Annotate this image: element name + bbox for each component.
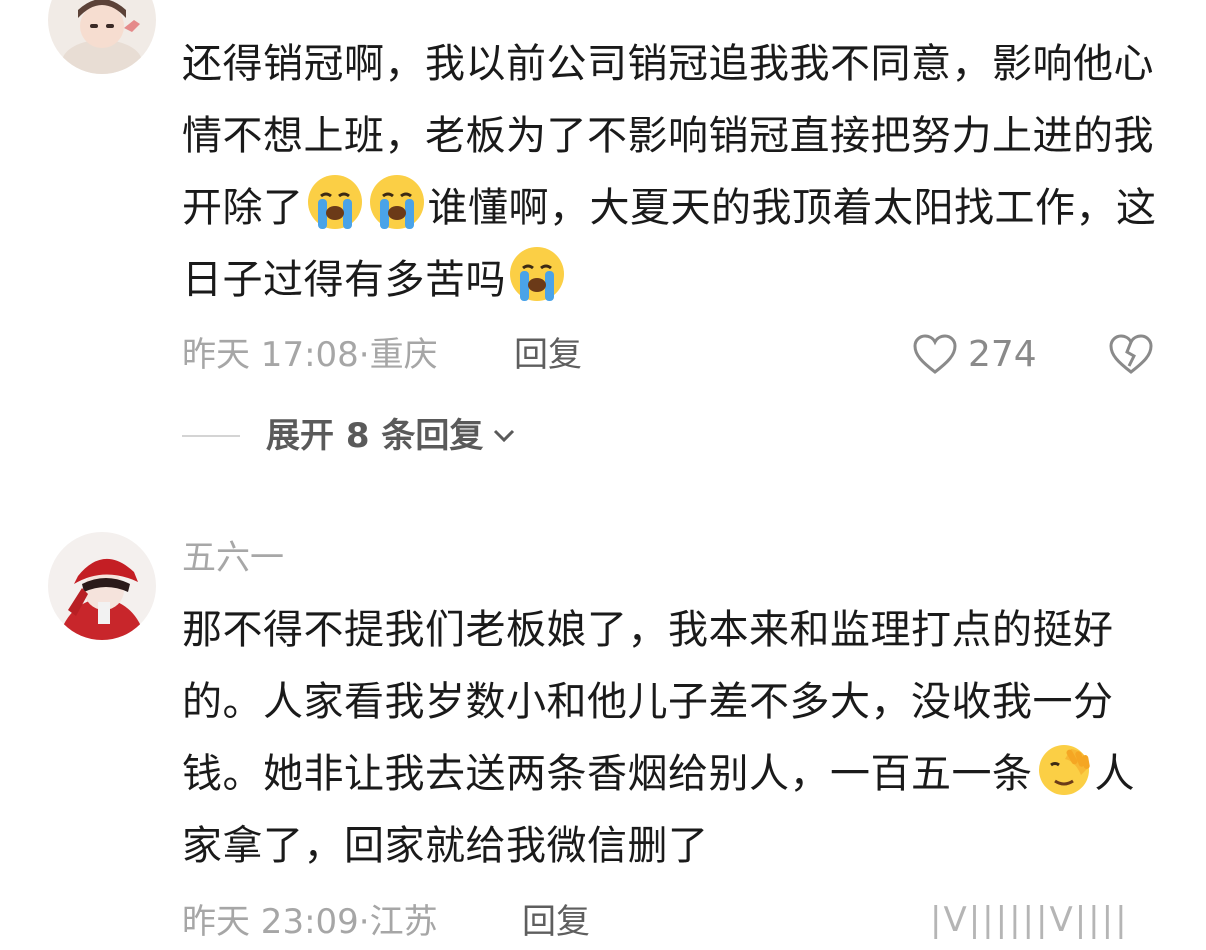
comment-text: 还得销冠啊，我以前公司销冠追我我不同意，影响他心情不想上班，老板为了不影响销冠直… — [182, 41, 1157, 303]
watermark: |V||||||V|||| — [930, 900, 1129, 940]
face-palm-icon — [1038, 745, 1090, 795]
username[interactable]: 五六一 — [182, 538, 284, 578]
reply-button[interactable]: 回复 — [514, 335, 582, 375]
loudly-crying-face-icon — [369, 175, 424, 229]
comment-meta: 昨天 23:09·江苏 — [182, 902, 438, 942]
avatar[interactable] — [48, 532, 156, 640]
loudly-crying-face-icon — [307, 175, 362, 229]
avatar[interactable] — [48, 0, 156, 74]
expand-replies-label: 展开 8 条回复 — [266, 416, 484, 456]
reply-button[interactable]: 回复 — [522, 902, 590, 942]
expand-replies-button[interactable]: 展开 8 条回复 — [182, 414, 517, 458]
loudly-crying-face-icon — [510, 247, 564, 301]
like-button[interactable]: 274 — [912, 334, 1037, 376]
comment-meta: 昨天 17:08·重庆 — [182, 335, 438, 375]
broken-heart-icon[interactable] — [1108, 334, 1154, 376]
heart-icon — [913, 334, 957, 374]
chevron-down-icon — [494, 429, 515, 443]
like-count: 274 — [968, 334, 1037, 375]
divider — [182, 435, 240, 437]
comment-text: 那不得不提我们老板娘了，我本来和监理打点的挺好的。人家看我岁数小和他儿子差不多大… — [182, 607, 1135, 869]
